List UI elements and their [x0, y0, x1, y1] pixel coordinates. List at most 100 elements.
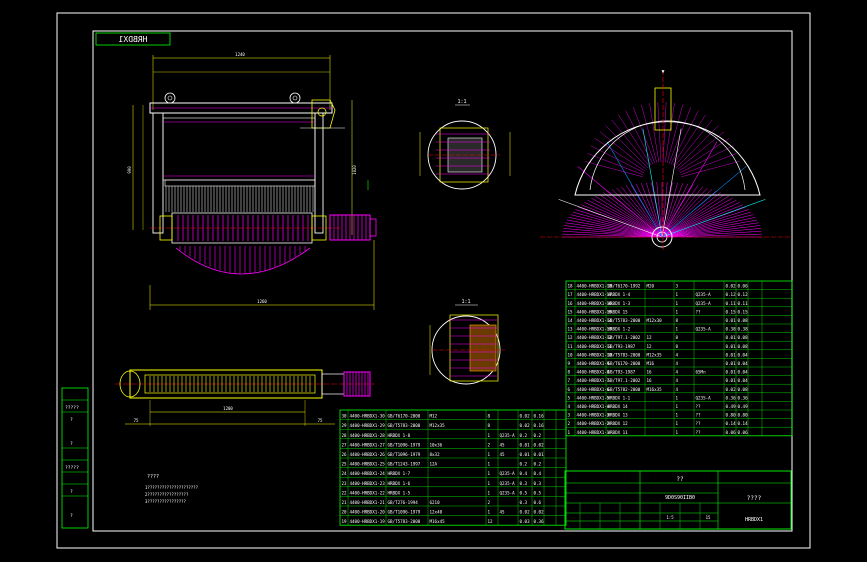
table-cell: 5	[568, 395, 571, 400]
table-cell: 4400-HRBDX1-9	[577, 361, 610, 366]
dim-top-width: 1240	[235, 52, 245, 57]
table-cell: GB/T93-1987	[608, 370, 636, 375]
table-cell: 4400-HRBDX1-20	[350, 510, 386, 515]
table-cell: 6	[568, 387, 571, 392]
table-cell: 1	[676, 404, 679, 409]
table-cell: 0.01	[726, 352, 737, 357]
table-cell: 0.3	[520, 481, 528, 486]
table-cell: 4400-HRBDX1-19	[350, 519, 386, 524]
table-cell: 0.08	[738, 318, 749, 323]
table-cell: 0.4	[520, 471, 528, 476]
table-cell: 7	[568, 378, 571, 383]
table-cell: 13	[568, 327, 574, 332]
table-cell: 1	[676, 413, 679, 418]
table-cell: 25	[342, 462, 348, 467]
table-cell: 1	[676, 421, 679, 426]
table-cell: 0.38	[738, 327, 749, 332]
table-cell: 17	[568, 292, 574, 297]
detail-section-2: 1:1	[429, 299, 505, 385]
table-cell: 14	[568, 318, 574, 323]
table-cell: 16	[647, 378, 653, 383]
table-cell: 18	[568, 284, 574, 289]
table-cell: M16x45	[430, 519, 446, 524]
table-cell: 4400-HRBDX1-24	[350, 471, 386, 476]
table-cell: 0.2	[534, 433, 542, 438]
table-cell: 0.08	[738, 335, 749, 340]
table-cell: 0.16	[534, 414, 545, 419]
table-cell: 0.04	[738, 378, 749, 383]
table-cell: 4	[676, 378, 679, 383]
table-cell: 8	[676, 344, 679, 349]
table-cell: GB/T6170-2000	[608, 361, 641, 366]
table-cell: HRBDX 1-8	[388, 433, 411, 438]
table-cell: 3	[568, 413, 571, 418]
table-cell: 0.14	[726, 421, 737, 426]
table-cell: 11	[568, 344, 574, 349]
table-cell: HRBDX 1-7	[388, 471, 411, 476]
table-cell: 0.6	[534, 500, 542, 505]
table-cell: M16x35	[647, 387, 663, 392]
table-cell: M12x35	[647, 352, 663, 357]
table-cell: ??	[696, 413, 702, 418]
table-cell: 1	[488, 510, 491, 515]
table-cell: 16	[647, 370, 653, 375]
table-cell: 4	[676, 370, 679, 375]
table-cell: 4400-HRBDX1-26	[350, 452, 386, 457]
table-cell: 21	[342, 500, 348, 505]
table-cell: 0.02	[520, 414, 531, 419]
table-cell: 0.01	[726, 344, 737, 349]
table-cell: M12	[430, 414, 438, 419]
dim-left-height: 990	[127, 166, 132, 174]
table-cell: 8x32	[430, 452, 441, 457]
table-cell: GB/T5783-2000	[388, 423, 421, 428]
table-cell: 0.06	[738, 430, 749, 435]
strip-label: ?????	[65, 405, 79, 411]
table-cell: 4	[676, 361, 679, 366]
strip-label: ?	[70, 513, 73, 519]
bom-table-center: 30 4400-HRBDX1-30 GB/T6170-2000 M12 8 0.02 0.1…	[339, 409, 567, 526]
table-cell: 0.06	[726, 430, 737, 435]
table-cell: 0.01	[534, 452, 545, 457]
table-cell: GB/T5783-2000	[608, 318, 641, 323]
table-cell: 12	[647, 335, 653, 340]
table-cell: 0.01	[726, 361, 737, 366]
table-cell: 0.15	[726, 309, 737, 314]
table-cell: 0.02	[726, 284, 737, 289]
table-cell: ??	[696, 430, 702, 435]
table-cell: 0.11	[726, 301, 737, 306]
table-cell: GB/T1096-1979	[388, 442, 421, 447]
table-cell: 1	[676, 395, 679, 400]
table-cell: 0.4	[534, 471, 542, 476]
table-cell: 45	[500, 452, 506, 457]
table-cell: 1	[676, 309, 679, 314]
table-cell: ??	[696, 421, 702, 426]
table-cell: 4	[676, 387, 679, 392]
table-cell: 4400-HRBDX1-21	[350, 500, 386, 505]
table-cell: 0.2	[520, 433, 528, 438]
table-cell: 0.80	[738, 413, 749, 418]
table-cell: GB/T1096-1979	[388, 452, 421, 457]
table-cell: 1	[488, 471, 491, 476]
table-cell: 20	[342, 510, 348, 515]
table-cell: GB/T97.1-2002	[608, 335, 641, 340]
table-cell: HRBDX 12	[608, 421, 629, 426]
dim-plan-left: 75	[134, 418, 139, 423]
table-cell: 8	[488, 414, 491, 419]
bom-table-right: 18 4400-HRBDX1-18GB/T6170-1992 M20 3 0.02 0.0…	[565, 280, 793, 437]
cad-viewport[interactable]: ????? ? ? ????? ? ? HRBDX1 1240 990 1020	[0, 0, 867, 562]
table-cell: 0.02	[726, 387, 737, 392]
table-cell: 1	[488, 452, 491, 457]
strip-label: ?	[70, 417, 73, 423]
notes-title: ????	[147, 474, 159, 480]
table-cell: HRBDX 11	[608, 430, 629, 435]
table-cell: 8	[488, 423, 491, 428]
table-cell: 0.36	[534, 519, 545, 524]
table-cell: GB/T5783-2000	[388, 519, 421, 524]
table-cell: 29	[342, 423, 348, 428]
strip-label: ?	[70, 441, 73, 447]
table-cell: GB/T1243-1997	[388, 462, 421, 467]
table-cell: 0.02	[520, 423, 531, 428]
table-cell: 0.5	[520, 490, 528, 495]
table-cell: 12	[568, 335, 574, 340]
table-cell: 12	[647, 344, 653, 349]
